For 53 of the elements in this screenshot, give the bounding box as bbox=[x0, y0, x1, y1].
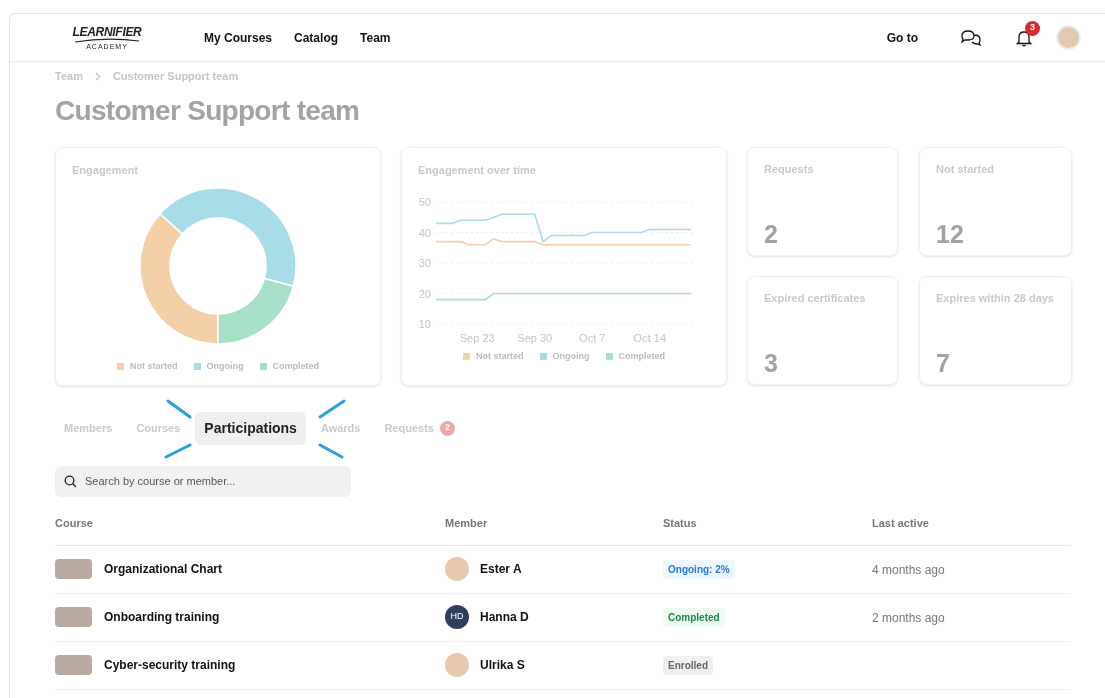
legend-label: Completed bbox=[618, 350, 665, 363]
tab[interactable]: Participations bbox=[195, 411, 306, 445]
y-axis-label: 40 bbox=[418, 226, 431, 239]
notification-badge: 3 bbox=[1025, 20, 1040, 36]
course-thumbnail-placeholder bbox=[55, 655, 92, 675]
x-axis-label: Sep 23 bbox=[459, 332, 495, 344]
member-avatar bbox=[445, 557, 469, 581]
legend-label: Ongoing bbox=[552, 350, 590, 363]
x-axis-label: Sep 30 bbox=[517, 332, 553, 344]
y-axis-label: 20 bbox=[418, 287, 431, 300]
course-thumbnail-placeholder bbox=[55, 607, 92, 627]
legend-label: Completed bbox=[272, 360, 319, 373]
y-axis-label: 30 bbox=[418, 257, 431, 269]
course-thumbnail-placeholder bbox=[55, 559, 92, 579]
nav-link[interactable]: Team bbox=[360, 28, 391, 47]
member-name: Hanna D bbox=[480, 609, 529, 626]
member-name: Ester A bbox=[480, 561, 522, 578]
column-header: Course bbox=[55, 515, 94, 531]
stat-value: 3 bbox=[764, 351, 779, 376]
course-name[interactable]: Cyber-security training bbox=[104, 656, 236, 674]
legend-label: Not started bbox=[476, 350, 524, 363]
column-header: Status bbox=[663, 515, 698, 531]
stat-value: 2 bbox=[764, 221, 779, 247]
breadcrumb-current: Customer Support team bbox=[112, 69, 239, 84]
member-avatar bbox=[445, 653, 469, 677]
stat-value: 7 bbox=[936, 351, 951, 376]
x-axis-label: Oct 14 bbox=[633, 332, 666, 344]
search-icon bbox=[64, 474, 77, 488]
member-avatar: HD bbox=[445, 605, 469, 629]
page-title: Customer Support team bbox=[55, 96, 361, 125]
column-header: Member bbox=[445, 515, 489, 531]
logo-swoosh-icon bbox=[74, 37, 140, 43]
notification-bell-icon[interactable] bbox=[1016, 28, 1032, 47]
stat-value: 12 bbox=[936, 221, 965, 247]
member-name: Ulrika S bbox=[480, 657, 525, 674]
course-name[interactable]: Onboarding training bbox=[104, 608, 220, 626]
nav-link[interactable]: My Courses bbox=[204, 28, 273, 47]
status-badge: Completed bbox=[663, 607, 725, 627]
legend-label: Ongoing bbox=[206, 360, 244, 373]
go-to-link[interactable]: Go to bbox=[886, 28, 918, 47]
course-name[interactable]: Organizational Chart bbox=[104, 560, 222, 578]
last-active-text: 2 months ago bbox=[872, 611, 945, 625]
legend-label: Not started bbox=[130, 360, 178, 373]
chat-icon[interactable] bbox=[960, 28, 982, 47]
search-field[interactable]: Search by course or member... bbox=[55, 465, 351, 497]
status-badge: Enrolled bbox=[663, 655, 713, 675]
status-badge: Ongoing: 2% bbox=[663, 559, 735, 579]
nav-link[interactable]: Catalog bbox=[294, 28, 339, 47]
column-header: Last active bbox=[872, 515, 930, 531]
logo-wordmark: LEARNIFIER bbox=[72, 25, 142, 38]
last-active-text: 4 months ago bbox=[872, 563, 945, 577]
count-badge: 2 bbox=[440, 420, 455, 436]
chevron-right-icon bbox=[94, 71, 101, 81]
